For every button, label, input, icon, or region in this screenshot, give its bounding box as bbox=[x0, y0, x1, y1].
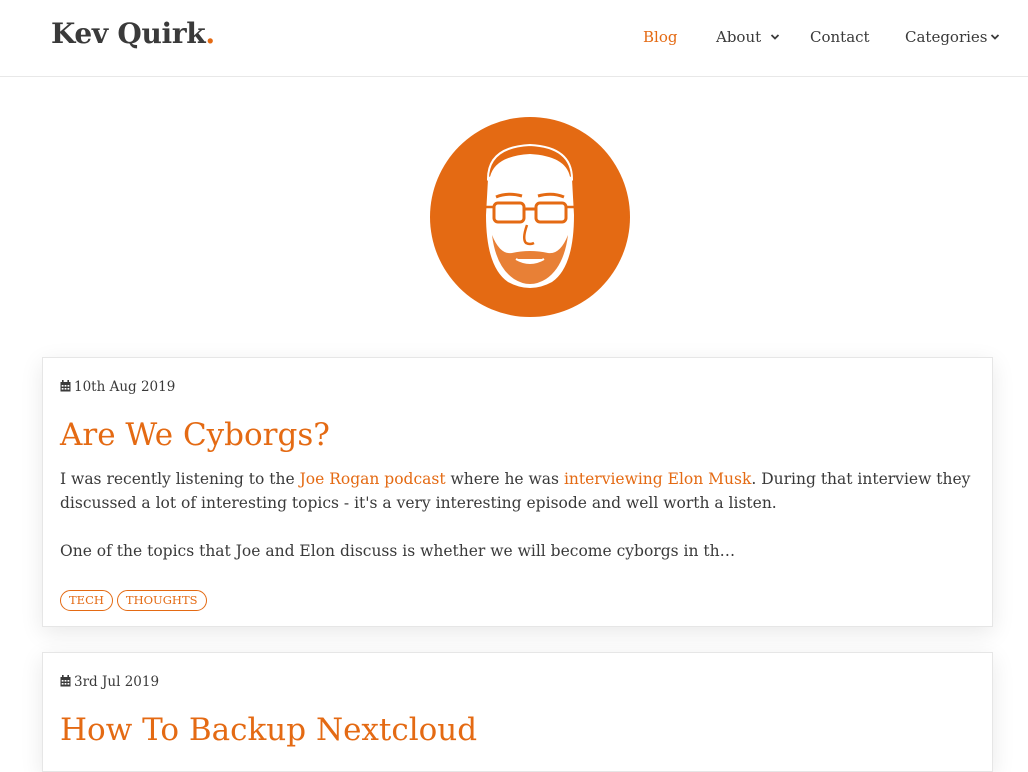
tag-tech[interactable]: TECH bbox=[60, 590, 113, 611]
site-header: Kev Quirk. Blog About Contact Categories bbox=[0, 0, 1028, 77]
excerpt-paragraph: One of the topics that Joe and Elon disc… bbox=[60, 542, 736, 560]
excerpt-paragraph: I was recently listening to the Joe Roga… bbox=[60, 467, 980, 515]
post-date-text: 3rd Jul 2019 bbox=[74, 674, 160, 690]
post-card: 3rd Jul 2019 How To Backup Nextcloud bbox=[42, 652, 993, 772]
calendar-icon bbox=[60, 380, 71, 392]
nav-categories[interactable]: Categories bbox=[905, 27, 988, 47]
post-excerpt: I was recently listening to the Joe Roga… bbox=[60, 467, 980, 587]
avatar-illustration bbox=[430, 117, 630, 317]
chevron-down-icon[interactable] bbox=[990, 32, 1000, 42]
post-date: 10th Aug 2019 bbox=[60, 379, 175, 395]
post-card: 10th Aug 2019 Are We Cyborgs? I was rece… bbox=[42, 357, 993, 627]
tag-thoughts[interactable]: THOUGHTS bbox=[116, 590, 207, 611]
post-tags: TECH THOUGHTS bbox=[60, 589, 211, 611]
joe-rogan-link[interactable]: Joe Rogan podcast bbox=[300, 470, 446, 488]
excerpt-text: I was recently listening to the bbox=[60, 470, 300, 488]
calendar-icon bbox=[60, 675, 71, 687]
elon-musk-link[interactable]: interviewing Elon Musk bbox=[564, 470, 751, 488]
chevron-down-icon[interactable] bbox=[770, 32, 780, 42]
excerpt-text: where he was bbox=[445, 470, 564, 488]
post-date: 3rd Jul 2019 bbox=[60, 674, 159, 690]
nav-contact[interactable]: Contact bbox=[810, 27, 870, 47]
nav-about[interactable]: About bbox=[716, 27, 761, 47]
post-title[interactable]: Are We Cyborgs? bbox=[60, 416, 330, 454]
post-title[interactable]: How To Backup Nextcloud bbox=[60, 711, 477, 749]
post-date-text: 10th Aug 2019 bbox=[74, 379, 176, 395]
nav-blog[interactable]: Blog bbox=[643, 27, 677, 47]
author-avatar bbox=[430, 117, 630, 317]
main-nav: Blog About Contact Categories bbox=[0, 27, 1028, 49]
